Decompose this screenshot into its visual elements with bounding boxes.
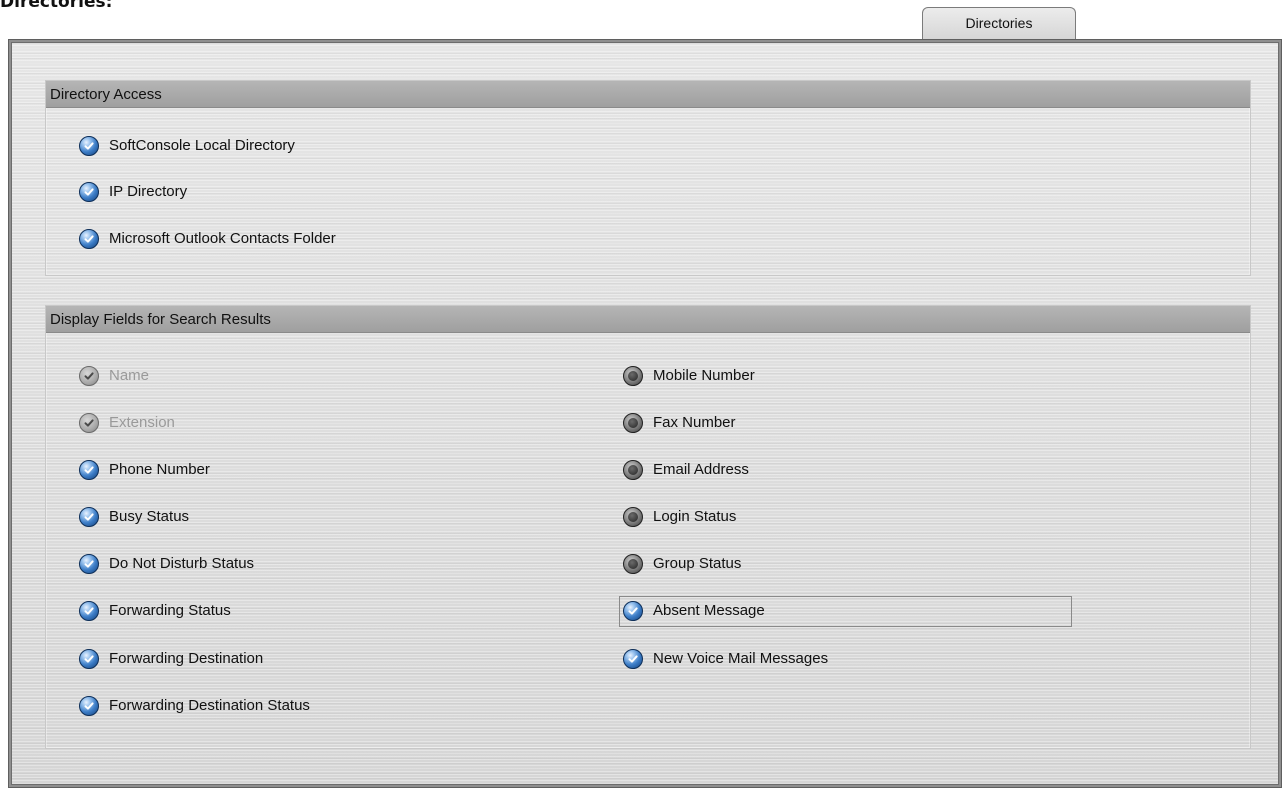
checked-radio-icon [79, 649, 99, 669]
unchecked-radio-icon [623, 554, 643, 574]
field-email-address-option[interactable]: Email Address [623, 458, 749, 482]
option-label: Forwarding Status [109, 602, 231, 619]
option-label: Name [109, 367, 150, 384]
unchecked-radio-icon [623, 460, 643, 480]
field-login-status-option[interactable]: Login Status [623, 505, 736, 529]
checked-radio-icon [79, 182, 99, 202]
directory-access-group: Directory Access SoftConsole Local Direc… [45, 80, 1251, 276]
checked-radio-icon [79, 554, 99, 574]
option-label: Fax Number [653, 414, 736, 431]
option-label: Phone Number [109, 461, 210, 478]
option-label: Busy Status [109, 508, 190, 525]
checked-radio-icon [79, 601, 99, 621]
field-busy-status-option[interactable]: Busy Status [79, 505, 189, 529]
display-fields-group: Display Fields for Search Results Name E… [45, 305, 1251, 749]
option-label: Microsoft Outlook Contacts Folder [109, 230, 336, 247]
display-fields-header: Display Fields for Search Results [46, 306, 1250, 333]
field-group-status-option[interactable]: Group Status [623, 552, 741, 576]
field-forwarding-status-option[interactable]: Forwarding Status [79, 599, 231, 623]
disabled-check-radio-icon [79, 413, 99, 433]
option-label: Login Status [653, 508, 737, 525]
option-label: Do Not Disturb Status [109, 555, 255, 572]
checked-radio-icon [79, 696, 99, 716]
field-forwarding-destination-status-option[interactable]: Forwarding Destination Status [79, 694, 310, 718]
unchecked-radio-icon [623, 366, 643, 386]
option-label: Mobile Number [653, 367, 755, 384]
directories-panel: Directory Access SoftConsole Local Direc… [11, 42, 1279, 785]
page-heading: Directories: [0, 0, 113, 12]
unchecked-radio-icon [623, 507, 643, 527]
disabled-check-radio-icon [79, 366, 99, 386]
directory-access-header: Directory Access [46, 81, 1250, 108]
field-mobile-number-option[interactable]: Mobile Number [623, 364, 755, 388]
ip-directory-option[interactable]: IP Directory [79, 180, 187, 204]
option-label: Forwarding Destination Status [109, 697, 310, 714]
option-label: IP Directory [109, 183, 188, 200]
checked-radio-icon [623, 649, 643, 669]
tab-directories[interactable]: Directories [922, 7, 1076, 39]
field-new-voice-mail-option[interactable]: New Voice Mail Messages [623, 647, 828, 671]
option-label: Group Status [653, 555, 742, 572]
softconsole-local-directory-option[interactable]: SoftConsole Local Directory [79, 134, 295, 158]
option-label: New Voice Mail Messages [653, 650, 829, 667]
field-dnd-status-option[interactable]: Do Not Disturb Status [79, 552, 254, 576]
outlook-contacts-option[interactable]: Microsoft Outlook Contacts Folder [79, 227, 336, 251]
field-forwarding-destination-option[interactable]: Forwarding Destination [79, 647, 263, 671]
option-label: Extension [109, 414, 175, 431]
checked-radio-icon [79, 229, 99, 249]
unchecked-radio-icon [623, 413, 643, 433]
checked-radio-icon [79, 136, 99, 156]
focus-rectangle [619, 596, 1072, 627]
checked-radio-icon [79, 460, 99, 480]
option-label: Email Address [653, 461, 749, 478]
field-fax-number-option[interactable]: Fax Number [623, 411, 736, 435]
option-label: Forwarding Destination [109, 650, 264, 667]
field-name-option: Name [79, 364, 149, 388]
checked-radio-icon [79, 507, 99, 527]
option-label: SoftConsole Local Directory [109, 137, 295, 154]
field-extension-option: Extension [79, 411, 175, 435]
field-phone-number-option[interactable]: Phone Number [79, 458, 210, 482]
